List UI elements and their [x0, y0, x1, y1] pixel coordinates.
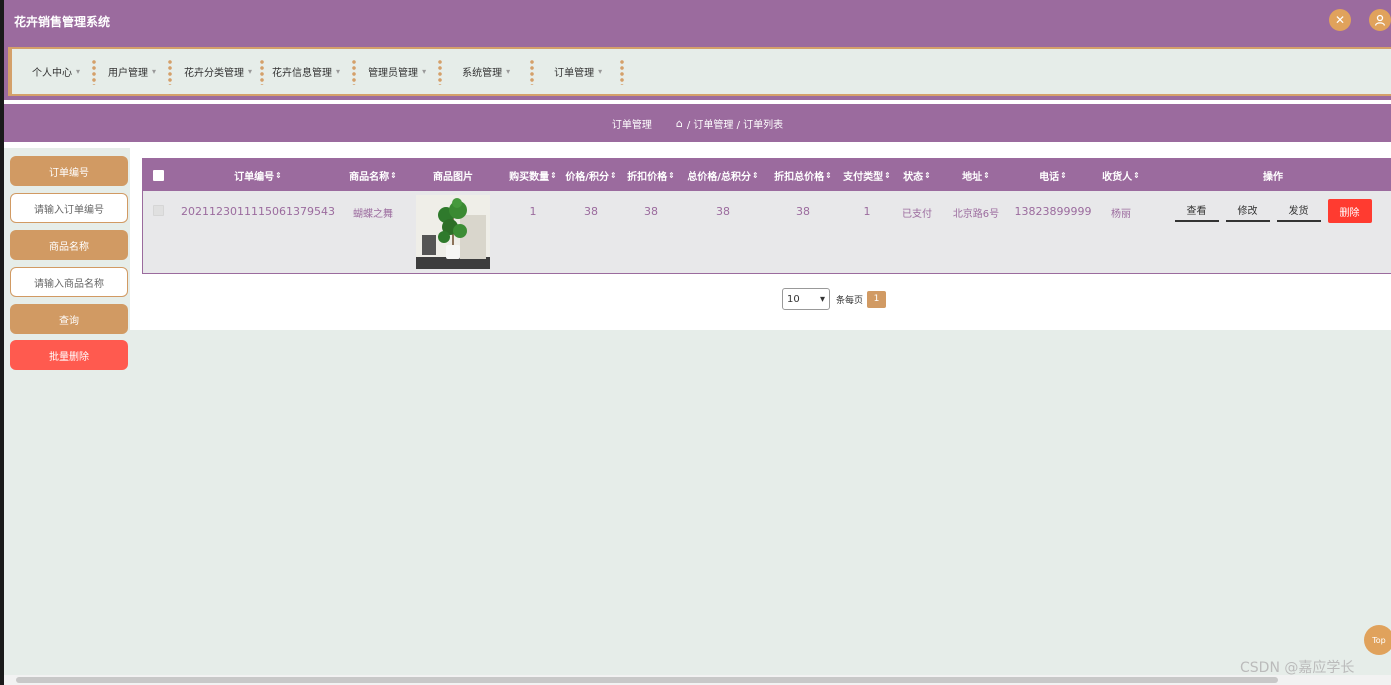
content-area: 订单编号 请输入订单编号 商品名称 请输入商品名称 查询 批量删除 订单编号 ⇕ …: [4, 148, 1391, 675]
breadcrumb-path[interactable]: / 订单管理 / 订单列表: [687, 116, 783, 131]
per-page-label: 条每页: [836, 295, 864, 306]
cell-status: 已支付: [902, 209, 932, 220]
col-price[interactable]: 价格/积分 ⇕: [563, 159, 619, 191]
chevron-down-icon: ▾: [506, 67, 511, 76]
col-pay-type[interactable]: 支付类型 ⇕: [839, 159, 895, 191]
nav-divider: [168, 58, 173, 85]
product-name-input[interactable]: 请输入商品名称: [10, 267, 128, 297]
sort-icon: ⇕: [884, 170, 891, 180]
main-panel: 订单编号 ⇕ 商品名称 ⇕ 商品图片 购买数量 ⇕ 价格/积分 ⇕ 折扣价格 ⇕ 总价格/…: [130, 148, 1391, 330]
cell-product-name: 蝴蝶之舞: [353, 209, 393, 220]
cell-receiver: 杨丽: [1111, 209, 1131, 220]
select-all-checkbox[interactable]: [152, 169, 164, 181]
search-panel: 订单编号 请输入订单编号 商品名称 请输入商品名称 查询 批量删除: [10, 156, 128, 370]
row-checkbox[interactable]: [152, 205, 164, 216]
cell-discount-total: 38: [796, 205, 810, 218]
sort-icon: ⇕: [275, 170, 282, 180]
batch-delete-button[interactable]: 批量删除: [10, 340, 128, 370]
sort-icon: ⇕: [1133, 170, 1140, 180]
row-actions: 查看 修改 发货 删除: [1173, 191, 1373, 273]
page-size-select[interactable]: 10 ▾: [782, 288, 830, 310]
sort-icon: ⇕: [390, 170, 397, 180]
col-actions: 操作: [1263, 171, 1283, 183]
order-no-label: 订单编号: [10, 156, 128, 186]
sort-icon: ⇕: [1060, 170, 1067, 180]
orders-table: 订单编号 ⇕ 商品名称 ⇕ 商品图片 购买数量 ⇕ 价格/积分 ⇕ 折扣价格 ⇕ 总价格/…: [142, 158, 1391, 274]
query-button[interactable]: 查询: [10, 304, 128, 334]
chevron-down-icon: ▾: [598, 67, 603, 76]
col-phone[interactable]: 电话 ⇕: [1023, 159, 1083, 191]
col-address[interactable]: 地址 ⇕: [951, 159, 1001, 191]
col-discount-price[interactable]: 折扣价格 ⇕: [623, 159, 679, 191]
cell-quantity: 1: [529, 205, 537, 218]
col-product-name[interactable]: 商品名称 ⇕: [343, 159, 403, 191]
watermark: CSDN @嘉应学长: [1240, 660, 1355, 676]
chevron-down-icon: ▾: [336, 67, 341, 76]
nav-divider: [92, 58, 97, 85]
nav-item-system-management[interactable]: 系统管理 ▾: [462, 64, 510, 79]
order-no-input[interactable]: 请输入订单编号: [10, 193, 128, 223]
sort-icon: ⇕: [550, 170, 557, 180]
col-status[interactable]: 状态 ⇕: [895, 159, 939, 191]
product-name-label: 商品名称: [10, 230, 128, 260]
chevron-down-icon: ▾: [422, 67, 427, 76]
view-button[interactable]: 查看: [1174, 199, 1219, 222]
cell-price: 38: [584, 205, 598, 218]
col-quantity[interactable]: 购买数量 ⇕: [503, 159, 563, 191]
col-order-no[interactable]: 订单编号 ⇕: [203, 159, 313, 191]
cell-address: 北京路6号: [952, 209, 1000, 220]
sort-icon: ⇕: [668, 170, 675, 180]
cell-discount-price: 38: [644, 205, 658, 218]
chevron-down-icon: ▾: [152, 67, 157, 76]
nav-item-order-management[interactable]: 订单管理 ▾: [554, 64, 602, 79]
nav-divider: [352, 58, 357, 85]
horizontal-scrollbar[interactable]: [4, 675, 1391, 685]
nav-item-category-management[interactable]: 花卉分类管理 ▾: [184, 64, 252, 79]
nav-item-personal-center[interactable]: 个人中心 ▾: [32, 64, 80, 79]
cell-total: 38: [716, 205, 730, 218]
table-row: 2021123011115061379543 蝴蝶之舞 1 38 38 38 3…: [143, 191, 1391, 273]
cell-pay-type: 1: [863, 205, 871, 218]
fullscreen-icon[interactable]: ✕: [1329, 9, 1351, 31]
col-total[interactable]: 总价格/总积分 ⇕: [683, 159, 763, 191]
product-image[interactable]: [416, 195, 490, 269]
col-discount-total[interactable]: 折扣总价格 ⇕: [771, 159, 835, 191]
sort-icon: ⇕: [924, 170, 931, 180]
nav-item-admin-management[interactable]: 管理员管理 ▾: [368, 64, 426, 79]
page-button-1[interactable]: 1: [867, 290, 887, 308]
sort-icon: ⇕: [751, 170, 759, 180]
chevron-down-icon: ▾: [819, 293, 825, 305]
cell-phone: 13823899999: [1014, 205, 1092, 218]
sort-icon: ⇕: [983, 170, 990, 180]
nav-divider: [620, 58, 625, 85]
scrollbar-thumb[interactable]: [16, 677, 1278, 683]
breadcrumb: 订单管理 ⌂ / 订单管理 / 订单列表: [4, 104, 1391, 142]
page-title: 订单管理: [611, 119, 652, 131]
nav-divider: [530, 58, 535, 85]
cell-order-no: 2021123011115061379543: [181, 205, 335, 218]
col-product-image: 商品图片: [433, 171, 473, 183]
delete-button[interactable]: 删除: [1327, 199, 1372, 223]
ship-button[interactable]: 发货: [1276, 199, 1321, 222]
nav-divider: [438, 58, 443, 85]
col-receiver[interactable]: 收货人 ⇕: [1093, 159, 1149, 191]
nav-bar: 个人中心 ▾ 用户管理 ▾ 花卉分类管理 ▾ 花卉信息管理 ▾ 管理员管理 ▾ 系统管理 ▾…: [4, 44, 1391, 100]
nav-item-user-management[interactable]: 用户管理 ▾: [108, 64, 156, 79]
pagination: 10 ▾ 条每页 1: [782, 288, 887, 310]
table-header: 订单编号 ⇕ 商品名称 ⇕ 商品图片 购买数量 ⇕ 价格/积分 ⇕ 折扣价格 ⇕ 总价格/…: [143, 159, 1391, 191]
nav-divider: [260, 58, 265, 85]
user-icon[interactable]: [1369, 9, 1391, 31]
top-bar: 花卉销售管理系统 ✕: [4, 0, 1391, 44]
chevron-down-icon: ▾: [248, 67, 253, 76]
chevron-down-icon: ▾: [76, 67, 81, 76]
edit-button[interactable]: 修改: [1225, 199, 1270, 222]
app-title: 花卉销售管理系统: [14, 15, 111, 29]
sort-icon: ⇕: [609, 170, 617, 180]
back-to-top-button[interactable]: Top: [1364, 625, 1391, 655]
sort-icon: ⇕: [825, 170, 832, 180]
home-icon[interactable]: ⌂: [676, 117, 683, 130]
nav-item-flower-info-management[interactable]: 花卉信息管理 ▾: [272, 64, 340, 79]
